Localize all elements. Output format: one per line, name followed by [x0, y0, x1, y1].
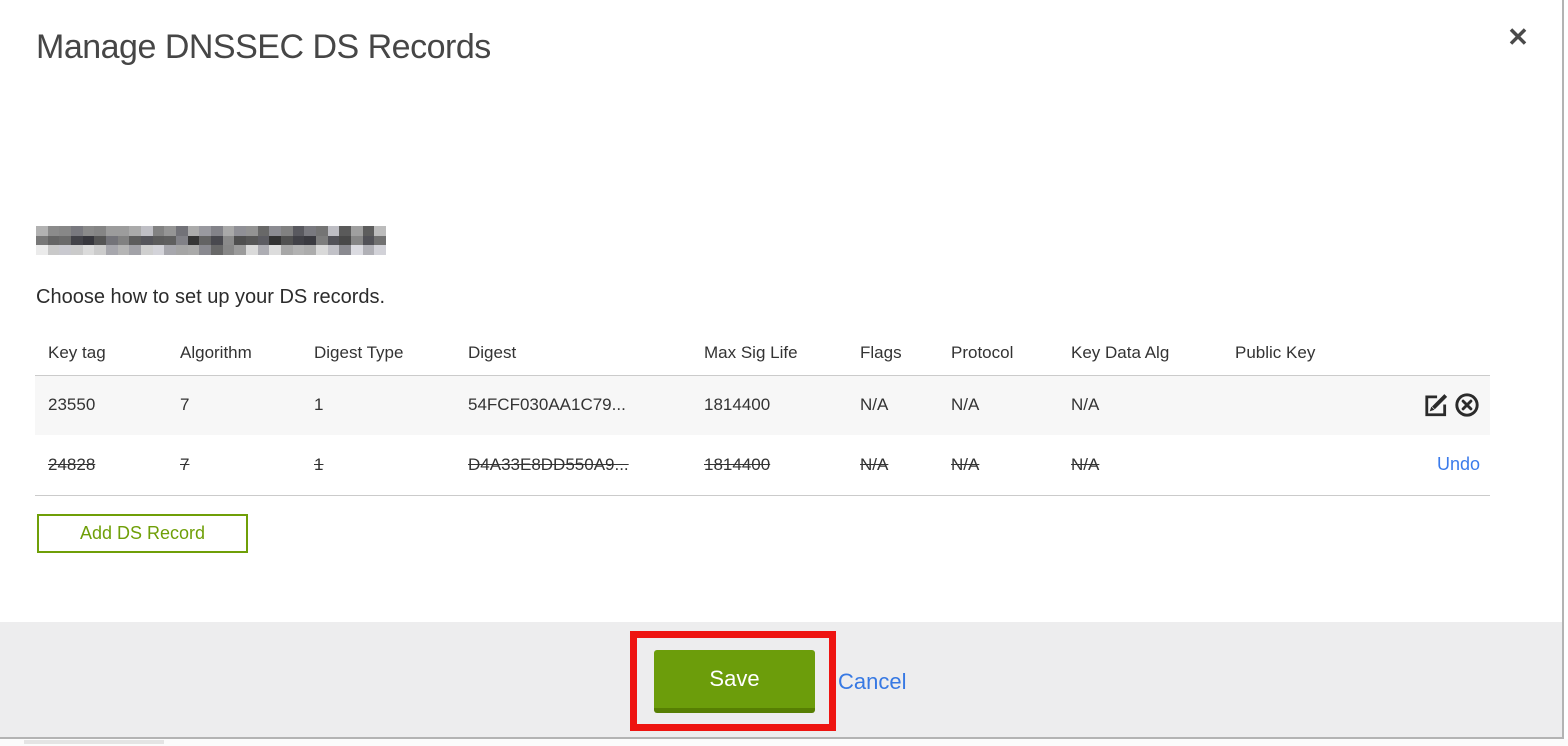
- row-actions: Undo: [1380, 435, 1490, 496]
- redacted-domain-name: [36, 226, 386, 255]
- edit-icon[interactable]: [1423, 392, 1449, 418]
- save-button[interactable]: Save: [654, 650, 815, 713]
- below-modal-fragment: [24, 740, 164, 744]
- cell-public-key: [1222, 435, 1380, 496]
- row-actions: [1380, 375, 1490, 435]
- add-ds-record-button[interactable]: Add DS Record: [37, 514, 248, 553]
- col-protocol: Protocol: [938, 332, 1058, 376]
- cell-key-data-alg: N/A: [1058, 375, 1222, 435]
- cell-max-sig-life: 1814400: [691, 435, 847, 496]
- col-flags: Flags: [847, 332, 938, 376]
- cell-protocol: N/A: [938, 435, 1058, 496]
- cell-max-sig-life: 1814400: [691, 375, 847, 435]
- close-icon[interactable]: ✕: [1501, 20, 1535, 54]
- cell-digest-type: 1: [301, 435, 455, 496]
- col-actions: [1380, 332, 1490, 376]
- cell-digest-type: 1: [301, 375, 455, 435]
- col-digest: Digest: [455, 332, 691, 376]
- col-key-tag: Key tag: [35, 332, 167, 376]
- cell-key-tag: 24828: [35, 435, 167, 496]
- col-public-key: Public Key: [1222, 332, 1380, 376]
- remove-icon[interactable]: [1454, 392, 1480, 418]
- col-key-data-alg: Key Data Alg: [1058, 332, 1222, 376]
- cancel-link[interactable]: Cancel: [838, 669, 906, 695]
- ds-records-table: Key tag Algorithm Digest Type Digest Max…: [35, 332, 1490, 496]
- col-max-sig-life: Max Sig Life: [691, 332, 847, 376]
- page-title: Manage DNSSEC DS Records: [36, 28, 491, 66]
- below-modal-strip: [0, 739, 1568, 746]
- cell-flags: N/A: [847, 375, 938, 435]
- intro-text: Choose how to set up your DS records.: [36, 286, 386, 308]
- undo-link[interactable]: Undo: [1437, 454, 1480, 474]
- cell-digest: D4A33E8DD550A9...: [455, 435, 691, 496]
- cell-algorithm: 7: [167, 375, 301, 435]
- cell-key-tag: 23550: [35, 375, 167, 435]
- table-row: 23550 7 1 54FCF030AA1C79... 1814400 N/A …: [35, 375, 1490, 435]
- cell-flags: N/A: [847, 435, 938, 496]
- table-header-row: Key tag Algorithm Digest Type Digest Max…: [35, 332, 1490, 376]
- col-digest-type: Digest Type: [301, 332, 455, 376]
- col-algorithm: Algorithm: [167, 332, 301, 376]
- window-right-border: [1562, 0, 1564, 739]
- table-row-deleted: 24828 7 1 D4A33E8DD550A9... 1814400 N/A …: [35, 435, 1490, 496]
- cell-algorithm: 7: [167, 435, 301, 496]
- cell-digest: 54FCF030AA1C79...: [455, 375, 691, 435]
- cell-protocol: N/A: [938, 375, 1058, 435]
- cell-public-key: [1222, 375, 1380, 435]
- cell-key-data-alg: N/A: [1058, 435, 1222, 496]
